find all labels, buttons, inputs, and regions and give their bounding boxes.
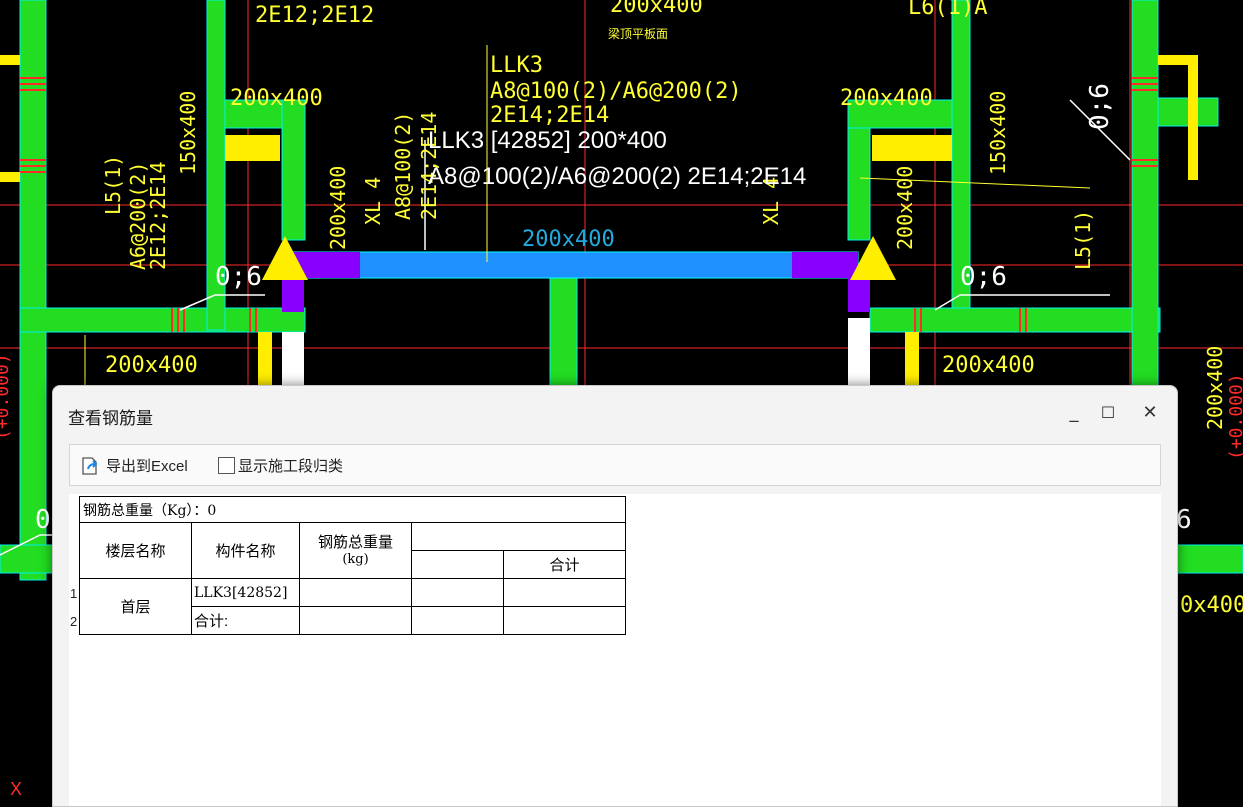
cell-c1 [411,606,504,635]
dialog-title: 查看钢筋量 [68,409,153,428]
label-llk3: LLK3 [490,53,543,78]
header-subtotal: 合计 [503,550,626,579]
cell-weight [299,578,412,607]
cell-floor: 首层 [79,578,192,635]
label-size: 0x400 [1180,593,1243,618]
rebar-table: 钢筋总重量（Kg）：0 楼层名称 构件名称 钢筋总重量 (kg) 合计 首层 L… [79,496,626,635]
label-elevation: (+0.000) [1226,373,1243,460]
label-elev-top-right: 0;6 [1085,83,1115,130]
label-top-rebar: 2E12;2E12 [255,3,374,28]
label-size: 200x400 [105,353,198,378]
label-llk3-bars: 2E14;2E14 [490,103,609,128]
header-floor: 楼层名称 [79,522,192,579]
row-number: 1 [70,586,78,601]
cell-component: LLK3[42852] [191,578,300,607]
label-l5-right: L5(1) [1071,210,1095,270]
label-elevation: (+0.000) [0,353,13,440]
cell-component-total: 合计: [191,606,300,635]
label-llk3-stirrup: A8@100(2)/A6@200(2) [490,79,742,104]
label-vertical-size: 150x400 [986,91,1010,175]
checkbox-box[interactable] [218,457,235,474]
label-left-edge: 0 [35,505,51,535]
label-size: 200x400 [942,353,1035,378]
label-size: 200x400 [840,86,933,111]
total-weight-label: 钢筋总重量（Kg）：0 [79,496,626,523]
header-total-weight-text: 钢筋总重量 [317,533,393,551]
label-vertical-size: 200x400 [893,166,917,250]
label-far-right-size: 200x400 [1203,346,1227,430]
row-number: 2 [70,614,78,629]
cell-c2 [503,578,626,607]
show-stage-label: 显示施工段归类 [238,458,344,475]
label-elev-right: 0;6 [960,262,1007,292]
header-sub-empty [411,550,504,579]
header-total-weight: 钢筋总重量 (kg) [299,522,412,579]
label-right-edge: 6 [1176,505,1192,535]
label-beam-size: 200x400 [522,227,615,252]
export-excel-button[interactable]: 导出到Excel [80,455,188,476]
label-size: 200x400 [230,86,323,111]
cell-c2 [503,606,626,635]
label-vertical-size: 200x400 [326,166,350,250]
label-l5-left: L5(1) [101,155,125,215]
cell-weight [299,606,412,635]
axis-x-label: X [10,779,22,799]
label-l6: L6(1)A [908,0,987,20]
label-xl4-left: XL 4 [361,177,385,225]
minimize-button[interactable]: _ [1063,402,1085,424]
label-vertical-size: 150x400 [176,91,200,175]
header-component: 构件名称 [191,522,300,579]
close-button[interactable]: ✕ [1139,402,1161,424]
show-stage-checkbox[interactable]: 显示施工段归类 [218,455,343,476]
rebar-quantity-dialog: 查看钢筋量 _ ☐ ✕ 导出到Excel 显示施工段归类 1 2 钢筋总重量（K… [52,385,1178,807]
dialog-titlebar[interactable]: 查看钢筋量 _ ☐ ✕ [53,386,1177,442]
cell-c1 [411,578,504,607]
tooltip-line-2: A8@100(2)/A6@200(2) 2E14;2E14 [428,163,806,190]
label-l5-left-bars: 2E12;2E14 [146,162,170,270]
label-top-size: 200x400 [610,0,703,18]
label-xl4-left-stirrup: A8@100(2) [391,112,415,220]
export-excel-label: 导出到Excel [106,458,188,475]
beam-tooltip: LLK3 [42852] 200*400 A8@100(2)/A6@200(2)… [428,127,806,190]
tooltip-line-1: LLK3 [42852] 200*400 [428,127,667,154]
dialog-toolbar: 导出到Excel 显示施工段归类 [69,444,1161,486]
header-weight-unit: (kg) [342,551,369,567]
maximize-button[interactable]: ☐ [1097,402,1119,424]
label-elev-left: 0;6 [215,262,262,292]
header-group [411,522,626,551]
label-top-note: 梁顶平板面 [608,26,668,41]
report-area: 1 2 钢筋总重量（Kg）：0 楼层名称 构件名称 钢筋总重量 (kg) 合计 … [69,494,1161,806]
export-icon [82,456,98,475]
